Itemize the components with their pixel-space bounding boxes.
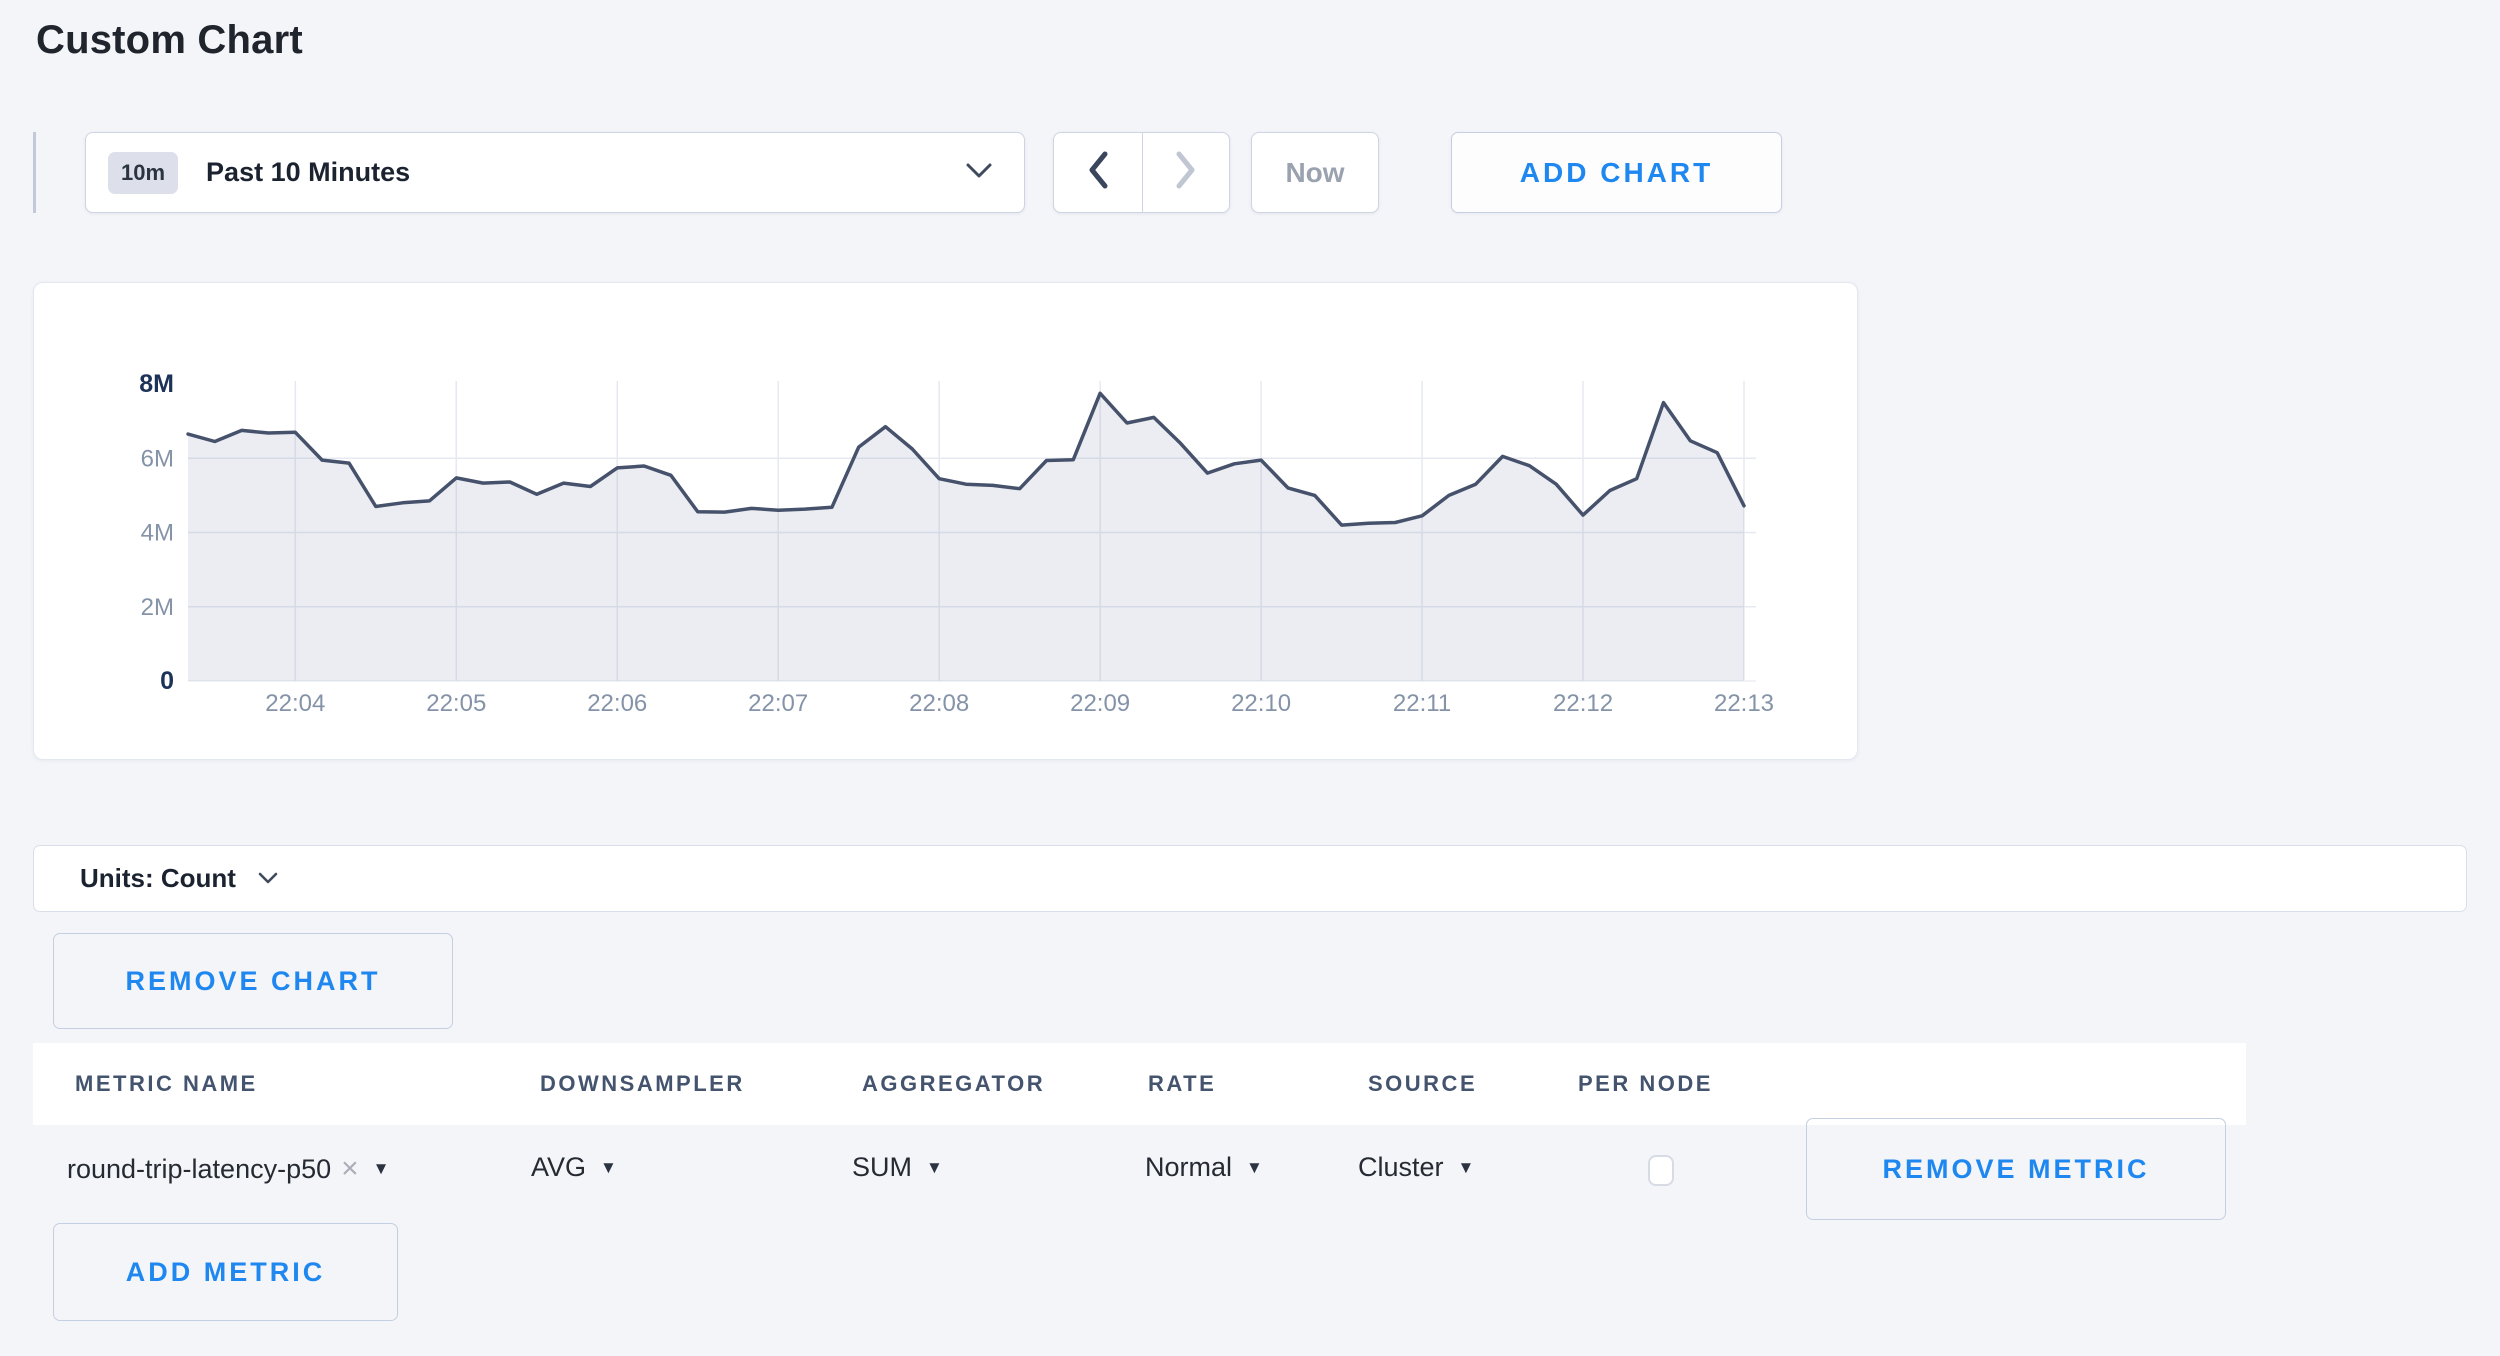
column-header-per-node: PER NODE (1578, 1071, 1713, 1097)
chart-panel: 22:04 22:05 22:06 22:07 22:08 22:09 22:10 22:11… (33, 282, 1858, 760)
page-title: Custom Chart (36, 18, 303, 63)
svg-text:4M: 4M (141, 520, 174, 547)
metric-name-value: round-trip-latency-p50 (67, 1154, 331, 1185)
column-header-metric-name: METRIC NAME (75, 1071, 258, 1097)
time-range-step-group (1053, 132, 1230, 213)
time-range-accent-bar (33, 132, 36, 213)
downsampler-value: AVG (531, 1152, 586, 1183)
column-header-downsampler: DOWNSAMPLER (540, 1071, 745, 1097)
column-header-source: SOURCE (1368, 1071, 1477, 1097)
dropdown-arrow-icon: ▼ (600, 1158, 617, 1178)
svg-text:22:07: 22:07 (748, 690, 808, 717)
column-header-rate: RATE (1148, 1071, 1216, 1097)
add-chart-button[interactable]: ADD CHART (1451, 132, 1782, 213)
prev-range-button[interactable] (1054, 133, 1142, 212)
dropdown-arrow-icon: ▼ (1458, 1158, 1475, 1178)
next-range-button[interactable] (1142, 133, 1230, 212)
svg-text:22:08: 22:08 (909, 690, 969, 717)
svg-text:22:13: 22:13 (1714, 690, 1774, 717)
add-metric-button[interactable]: ADD METRIC (53, 1223, 398, 1321)
svg-text:0: 0 (160, 667, 174, 695)
units-label: Units: Count (80, 863, 236, 894)
now-button[interactable]: Now (1251, 132, 1379, 213)
remove-chart-button[interactable]: REMOVE CHART (53, 933, 453, 1029)
source-value: Cluster (1358, 1152, 1444, 1183)
metrics-area-chart[interactable]: 22:04 22:05 22:06 22:07 22:08 22:09 22:10 22:11… (34, 283, 1859, 761)
svg-text:8M: 8M (139, 370, 174, 398)
dropdown-arrow-icon: ▼ (373, 1159, 390, 1179)
time-window-badge: 10m (108, 152, 178, 194)
chevron-down-icon (258, 872, 278, 890)
chevron-down-icon (966, 163, 992, 184)
per-node-checkbox[interactable] (1648, 1155, 1674, 1186)
time-window-label: Past 10 Minutes (206, 157, 410, 188)
time-range-dropdown[interactable]: 10m Past 10 Minutes (85, 132, 1025, 213)
dropdown-arrow-icon: ▼ (926, 1158, 943, 1178)
source-select[interactable]: Cluster ▼ (1358, 1152, 1474, 1183)
svg-text:22:10: 22:10 (1231, 690, 1291, 717)
svg-text:22:09: 22:09 (1070, 690, 1130, 717)
svg-text:22:11: 22:11 (1393, 690, 1451, 717)
dropdown-arrow-icon: ▼ (1246, 1158, 1263, 1178)
rate-select[interactable]: Normal ▼ (1145, 1152, 1263, 1183)
svg-text:22:05: 22:05 (426, 690, 486, 717)
chevron-right-icon (1175, 151, 1197, 194)
aggregator-value: SUM (852, 1152, 912, 1183)
rate-value: Normal (1145, 1152, 1232, 1183)
svg-text:22:06: 22:06 (587, 690, 647, 717)
svg-text:22:12: 22:12 (1553, 690, 1613, 717)
column-header-aggregator: AGGREGATOR (862, 1071, 1045, 1097)
remove-tag-icon[interactable]: × (341, 1152, 359, 1186)
metrics-table-header: METRIC NAME DOWNSAMPLER AGGREGATOR RATE … (33, 1043, 2246, 1125)
downsampler-select[interactable]: AVG ▼ (531, 1152, 617, 1183)
svg-text:22:04: 22:04 (265, 690, 325, 717)
chevron-left-icon (1087, 151, 1109, 194)
aggregator-select[interactable]: SUM ▼ (852, 1152, 943, 1183)
remove-metric-button[interactable]: REMOVE METRIC (1806, 1118, 2226, 1220)
svg-text:2M: 2M (141, 594, 174, 621)
svg-text:6M: 6M (141, 445, 174, 472)
metric-name-select[interactable]: round-trip-latency-p50 × ▼ (67, 1152, 390, 1186)
units-dropdown[interactable]: Units: Count (33, 845, 2467, 912)
